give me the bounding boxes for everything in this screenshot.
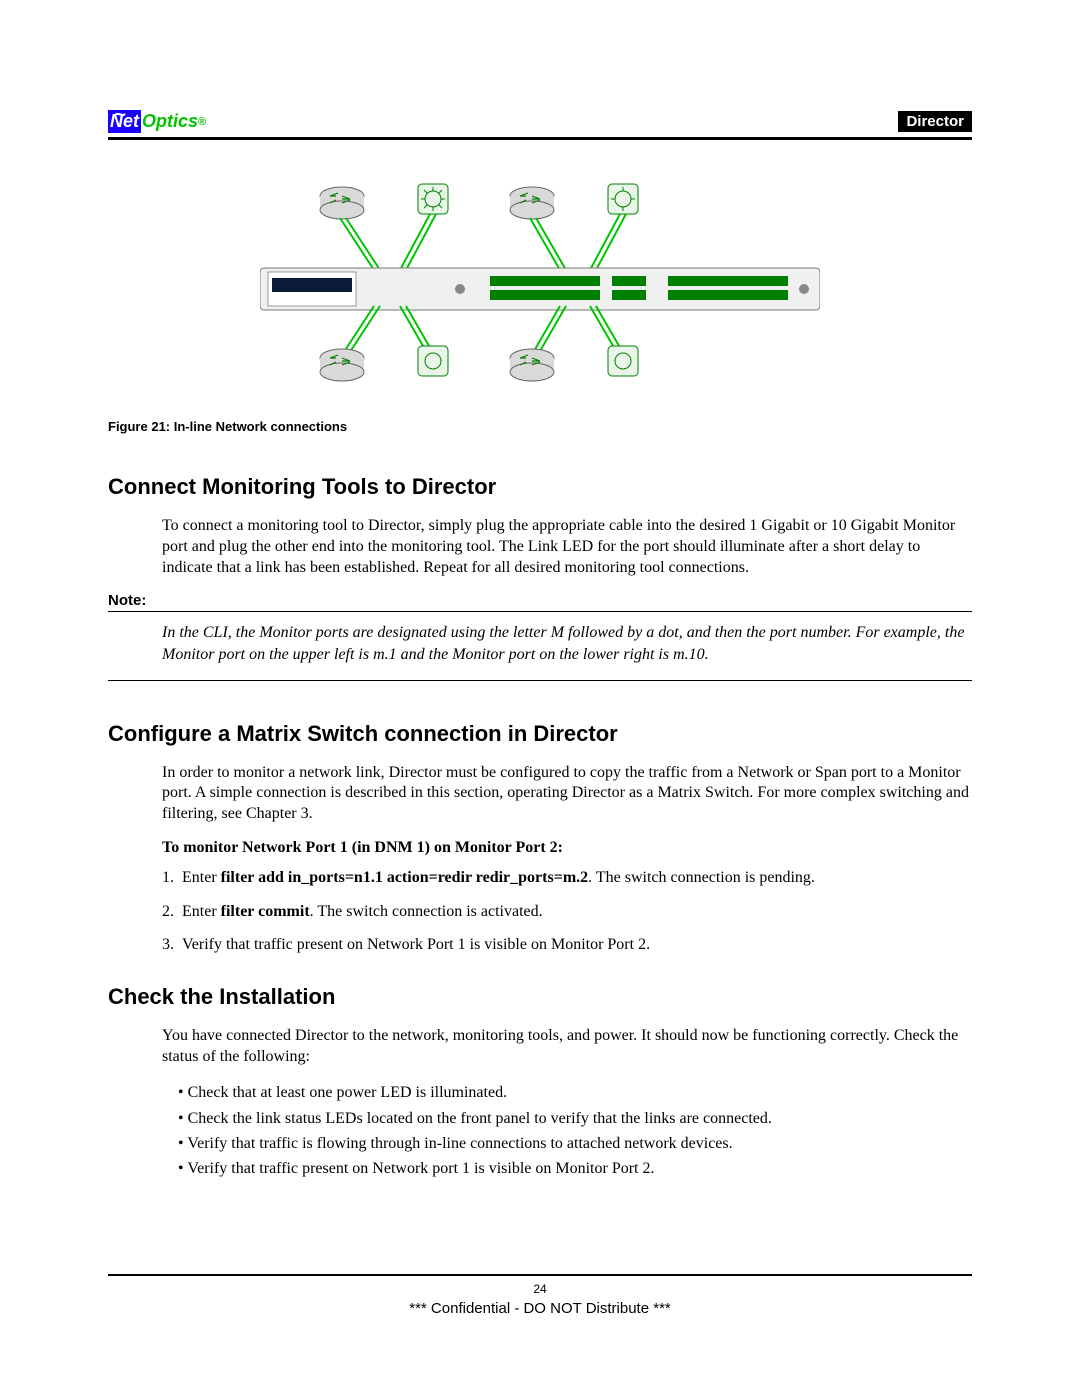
section-matrix-body: In order to monitor a network link, Dire… (162, 763, 972, 825)
matrix-steps-list: Enter filter add in_ports=n1.1 action=re… (178, 867, 972, 956)
confidential-notice: *** Confidential - DO NOT Distribute *** (108, 1300, 972, 1317)
registered-icon: ® (198, 116, 206, 128)
step-2: Enter filter commit. The switch connecti… (178, 901, 972, 923)
note-text: In the CLI, the Monitor ports are design… (162, 622, 972, 665)
section-connect-monitoring-title: Connect Monitoring Tools to Director (108, 474, 972, 500)
step-1: Enter filter add in_ports=n1.1 action=re… (178, 867, 972, 889)
brand-logo: ~ Net Optics® (108, 110, 206, 133)
page-header: ~ Net Optics® Director (108, 110, 972, 140)
figure-caption: Figure 21: In-line Network connections (108, 419, 972, 434)
note-label: Note: (108, 592, 146, 611)
list-item: Verify that traffic present on Network p… (178, 1157, 972, 1180)
step-3: Verify that traffic present on Network P… (178, 934, 972, 956)
section-matrix-title: Configure a Matrix Switch connection in … (108, 721, 972, 747)
logo-net-box: ~ Net (108, 110, 141, 133)
tilde-icon: ~ (114, 104, 126, 127)
logo-optics-text: Optics (142, 111, 198, 132)
list-item: Check the link status LEDs located on th… (178, 1107, 972, 1130)
section-matrix-subhead: To monitor Network Port 1 (in DNM 1) on … (162, 839, 972, 857)
page-number: 24 (108, 1282, 972, 1296)
section-check-body: You have connected Director to the netwo… (162, 1026, 972, 1068)
note-block: Note: In the CLI, the Monitor ports are … (108, 592, 972, 680)
list-item: Verify that traffic is flowing through i… (178, 1132, 972, 1155)
figure-21 (108, 170, 972, 405)
network-diagram-icon (260, 170, 820, 400)
section-connect-monitoring-body: To connect a monitoring tool to Director… (162, 516, 972, 578)
list-item: Check that at least one power LED is ill… (178, 1081, 972, 1104)
section-check-title: Check the Installation (108, 984, 972, 1010)
page-footer: 24 *** Confidential - DO NOT Distribute … (108, 1274, 972, 1317)
check-bullet-list: Check that at least one power LED is ill… (178, 1081, 972, 1180)
header-product-label: Director (898, 111, 972, 132)
